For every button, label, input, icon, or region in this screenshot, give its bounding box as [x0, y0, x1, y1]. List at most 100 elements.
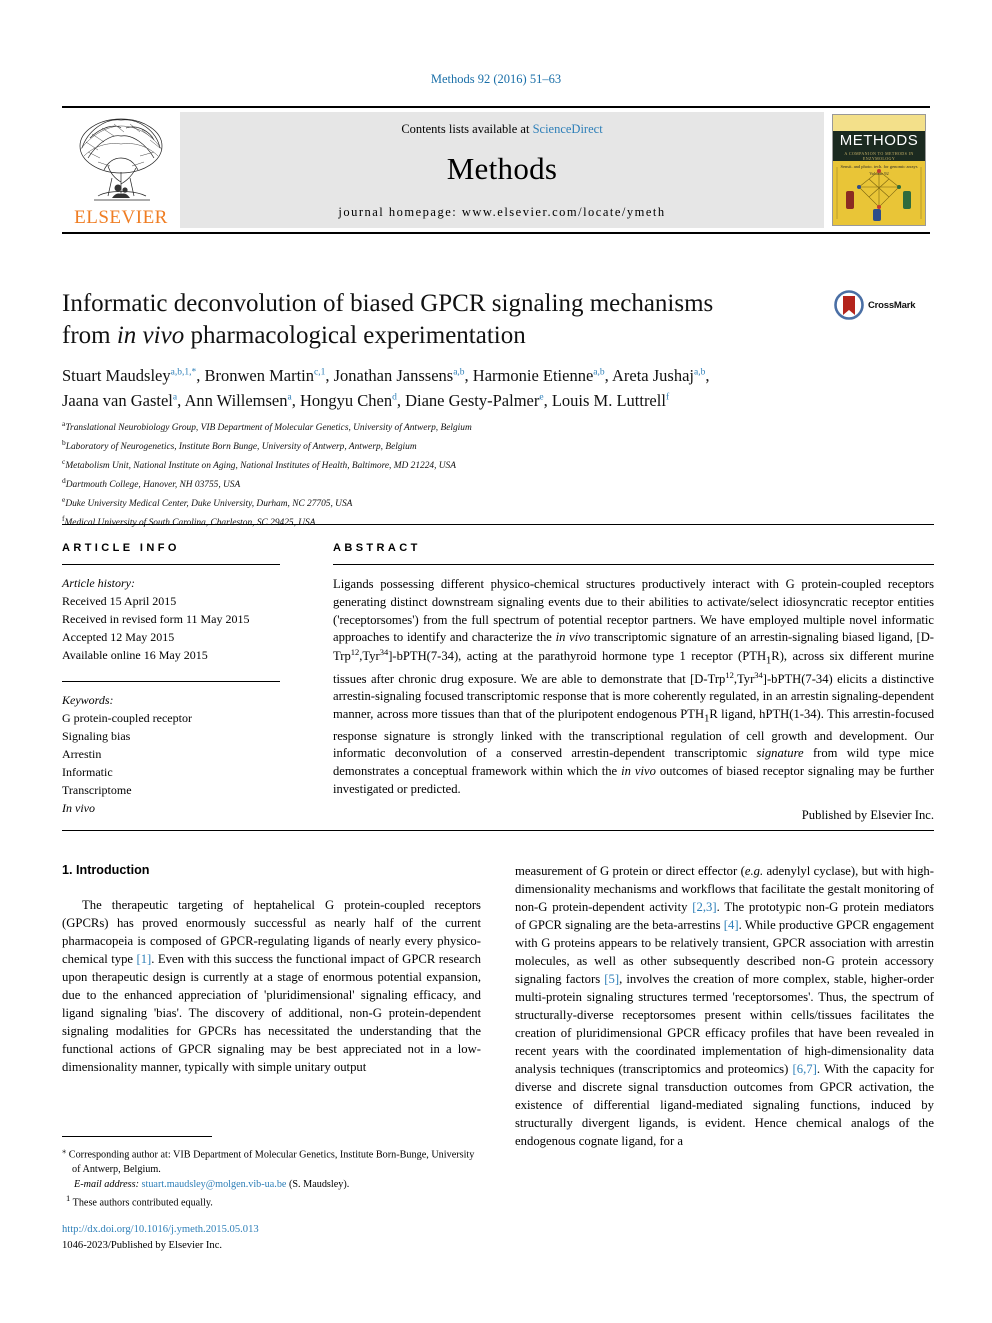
author-name: Louis M. Luttrell	[551, 390, 666, 410]
title-line-2-italic: in vivo	[116, 322, 185, 349]
footnote-text: These authors contributed equally.	[70, 1197, 213, 1209]
abstract-segment: ,Tyr	[733, 671, 755, 686]
affiliation-item: bLaboratory of Neurogenetics, Institute …	[62, 437, 762, 456]
paragraph-italic: e.g.	[744, 864, 764, 878]
history-item: Accepted 12 May 2015	[62, 630, 175, 644]
contents-line: Contents lists available at ScienceDirec…	[180, 112, 824, 137]
footnote-divider	[62, 1136, 212, 1137]
footnote-equal-contribution: 1 These authors contributed equally.	[62, 1192, 481, 1211]
keyword-item: Informatic	[62, 765, 113, 779]
citation-link[interactable]: [6,7]	[793, 1062, 817, 1076]
keyword-item: In vivo	[62, 801, 95, 815]
article-history-label: Article history:	[62, 576, 135, 590]
page-title: Informatic deconvolution of biased GPCR …	[62, 288, 832, 352]
citation-link[interactable]: [2,3]	[692, 900, 716, 914]
abstract-superscript: 34	[754, 669, 763, 680]
author[interactable]: Jonathan Janssensa,b	[334, 366, 465, 385]
author-name: Ann Willemsen	[184, 390, 288, 410]
keywords-block: Keywords: G protein-coupled receptor Sig…	[62, 681, 280, 817]
title-line-1: Informatic deconvolution of biased GPCR …	[62, 290, 714, 317]
affiliation-text: Translational Neurobiology Group, VIB De…	[65, 423, 472, 434]
affiliation-text: Medical University of South Carolina, Ch…	[64, 517, 316, 528]
author[interactable]: Harmonie Etiennea,b	[473, 366, 605, 385]
affiliation-item: cMetabolism Unit, National Institute on …	[62, 456, 762, 475]
keyword-item: Signaling bias	[62, 729, 131, 743]
abstract-superscript: 12	[350, 647, 360, 657]
footnote-block: ⁎ Corresponding author at: VIB Departmen…	[62, 1144, 481, 1212]
author-name: Hongyu Chen	[299, 390, 393, 410]
crossmark-badge[interactable]: CrossMark	[834, 288, 930, 322]
affiliation-text: Duke University Medical Center, Duke Uni…	[65, 498, 353, 509]
author-affil-mark: d	[392, 392, 397, 403]
history-item: Received 15 April 2015	[62, 594, 177, 608]
paragraph: The therapeutic targeting of heptahelica…	[62, 896, 481, 1076]
abstract-superscript: 12	[725, 669, 734, 680]
email-link[interactable]: stuart.maudsley@molgen.vib-ua.be	[142, 1179, 287, 1190]
abstract-text: Ligands possessing different physico-che…	[333, 576, 934, 799]
author-name: Harmonie Etienne	[472, 366, 594, 385]
author[interactable]: Ann Willemsena	[184, 391, 291, 410]
crossmark-label: CrossMark	[868, 299, 916, 311]
author-name: Diane Gesty-Palmer	[405, 390, 540, 410]
doi-link[interactable]: http://dx.doi.org/10.1016/j.ymeth.2015.0…	[62, 1222, 492, 1238]
crossmark-icon	[834, 290, 864, 320]
title-line-2-prefix: from	[62, 322, 117, 349]
author-affil-mark: a,b	[694, 367, 706, 378]
author-name: Areta Jushaj	[611, 366, 695, 385]
cover-title: METHODS	[839, 132, 919, 149]
author-name: Bronwen Martin	[204, 366, 314, 385]
author[interactable]: Diane Gesty-Palmere	[405, 391, 543, 410]
affiliation-item: eDuke University Medical Center, Duke Un…	[62, 494, 762, 513]
divider-above-body	[62, 830, 934, 831]
issn-line: 1046-2023/Published by Elsevier Inc.	[62, 1240, 223, 1252]
affiliation-text: Dartmouth College, Hanover, NH 03755, US…	[65, 479, 241, 490]
paper-page: Methods 92 (2016) 51–63 ELSEVIER Content…	[0, 0, 992, 1323]
contents-prefix: Contents lists available at	[401, 122, 533, 136]
author[interactable]: Stuart Maudsleya,b,1,*	[62, 366, 196, 385]
doi-block: http://dx.doi.org/10.1016/j.ymeth.2015.0…	[62, 1222, 492, 1255]
journal-cover-thumbnail: METHODS A COMPANION TO METHODS IN ENZYMO…	[832, 114, 926, 226]
journal-homepage[interactable]: journal homepage: www.elsevier.com/locat…	[180, 205, 824, 220]
citation-link[interactable]: [5]	[604, 972, 619, 986]
author-affil-mark: a	[172, 392, 178, 403]
abstract-block: ABSTRACT Ligands possessing different ph…	[333, 542, 934, 823]
title-line-2-suffix: pharmacological experimentation	[184, 322, 526, 349]
footnote-email-suffix: (S. Maudsley).	[286, 1178, 350, 1190]
affiliation-item: fMedical University of South Carolina, C…	[62, 513, 762, 532]
author[interactable]: Bronwen Martinc,1	[204, 366, 325, 385]
author-list: Stuart Maudsleya,b,1,*, Bronwen Martinc,…	[62, 366, 710, 410]
author-affil-mark: a,b,1,*	[170, 367, 197, 378]
journal-band: Contents lists available at ScienceDirec…	[180, 112, 824, 228]
citation-link[interactable]: [4]	[724, 918, 739, 932]
footnote-text: Corresponding author at: VIB Department …	[66, 1149, 475, 1176]
paragraph-segment: measurement of G protein or direct effec…	[515, 864, 745, 878]
abstract-italic: in vivo	[621, 764, 656, 778]
abstract-italic: signature	[756, 746, 804, 761]
keyword-item: G protein-coupled receptor	[62, 711, 192, 725]
article-history: Article history: Received 15 April 2015 …	[62, 574, 280, 664]
affiliation-item: aTranslational Neurobiology Group, VIB D…	[62, 418, 762, 437]
author[interactable]: Areta Jushaja,b	[612, 366, 705, 385]
paragraph-segment: , involves the creation of more complex,…	[515, 972, 935, 1077]
article-info-block: ARTICLE INFO Article history: Received 1…	[62, 542, 280, 817]
author-name: Jaana van Gastel	[62, 390, 173, 410]
author-affil-mark: c,1	[314, 367, 326, 378]
footnote-email: E-mail address: stuart.maudsley@molgen.v…	[62, 1178, 481, 1193]
abstract-heading: ABSTRACT	[333, 542, 421, 554]
author[interactable]: Jaana van Gastela	[62, 391, 177, 410]
history-item: Available online 16 May 2015	[62, 648, 208, 662]
author[interactable]: Louis M. Luttrellf	[552, 391, 669, 410]
abstract-italic: in vivo	[555, 630, 591, 645]
footnote-corresponding-author: ⁎ Corresponding author at: VIB Departmen…	[62, 1144, 481, 1178]
paragraph: measurement of G protein or direct effec…	[515, 862, 934, 1151]
affiliation-list: aTranslational Neurobiology Group, VIB D…	[62, 418, 762, 532]
abstract-segment: ,Tyr	[359, 649, 380, 664]
journal-masthead: ELSEVIER Contents lists available at Sci…	[62, 106, 930, 234]
author[interactable]: Hongyu Chend	[300, 391, 397, 410]
abstract-segment: ]-bPTH(7-34), acting at the parathyroid …	[388, 649, 767, 664]
footnote-email-label: E-mail address:	[74, 1178, 139, 1190]
citation-link[interactable]: [1]	[136, 952, 151, 966]
paragraph-segment: . Even with this success the functional …	[62, 951, 481, 1075]
article-info-heading: ARTICLE INFO	[62, 542, 180, 554]
sciencedirect-link[interactable]: ScienceDirect	[533, 122, 603, 136]
